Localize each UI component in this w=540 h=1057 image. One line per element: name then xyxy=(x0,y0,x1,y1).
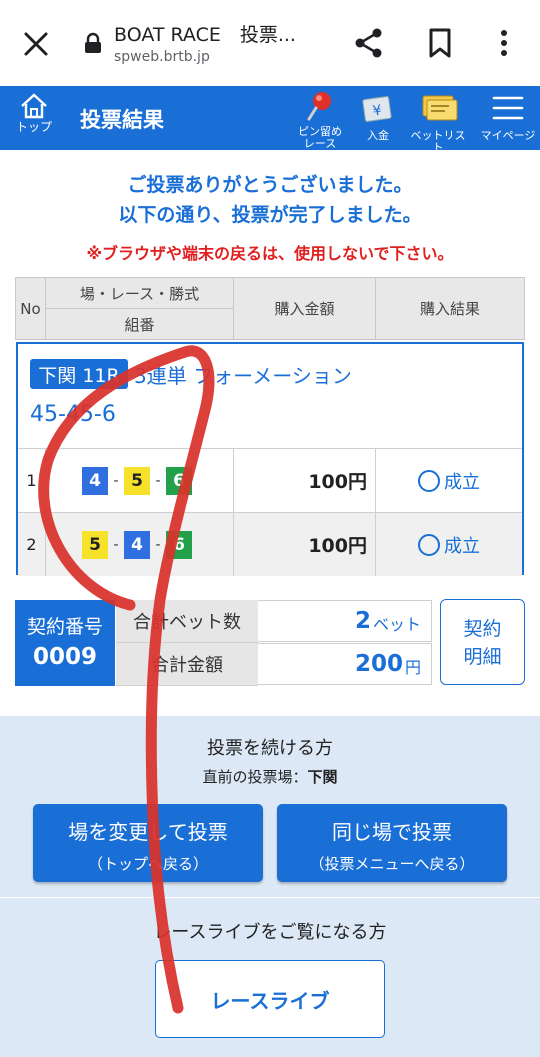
table-row: 2 5 - 4 - 6 100円 成立 xyxy=(18,512,522,576)
contract-number: 0009 xyxy=(32,644,97,670)
warning-message: ※ブラウザや端末の戻るは、使用しないで下さい。 xyxy=(86,244,454,263)
race-live-panel: レースライブをご覧になる方 レースライブ xyxy=(0,898,540,1057)
separator: - xyxy=(113,472,119,489)
nav-betlist-label: ベットリスト xyxy=(410,129,466,154)
change-venue-sub: （トップへ戻る） xyxy=(87,855,208,873)
header-no: No xyxy=(16,278,46,339)
lock-icon xyxy=(85,32,101,53)
bet-combination: 45-45-6 xyxy=(30,402,116,427)
nav-deposit-button[interactable]: ¥ 入金 xyxy=(356,90,400,148)
row-result-label: 成立 xyxy=(444,471,480,493)
browser-url[interactable]: spweb.brtb.jp xyxy=(114,49,210,65)
same-venue-button[interactable]: 同じ場で投票 （投票メニューへ戻る） xyxy=(277,804,507,882)
row-result-label: 成立 xyxy=(444,535,480,557)
success-circle-icon xyxy=(418,469,440,492)
nav-top-button[interactable]: トップ xyxy=(8,90,60,146)
boat-number: 5 xyxy=(82,530,108,559)
row-result: 成立 xyxy=(376,513,522,576)
row-amount: 100円 xyxy=(234,513,376,576)
nav-mypage-label: マイページ xyxy=(480,129,536,142)
hamburger-menu-icon xyxy=(492,96,524,120)
close-icon[interactable] xyxy=(18,26,54,62)
race-live-button[interactable]: レースライブ xyxy=(155,960,385,1038)
header-result: 購入結果 xyxy=(419,300,480,318)
boat-number: 4 xyxy=(82,466,108,495)
bet-count: 2 xyxy=(354,608,371,634)
total-unit: 円 xyxy=(404,658,421,677)
venue-race-badge: 下関 11R xyxy=(30,359,128,389)
complete-message: 以下の通り、投票が完了しました。 xyxy=(118,204,422,226)
deposit-icon: ¥ xyxy=(362,96,392,122)
separator: - xyxy=(113,536,119,553)
nav-deposit-label: 入金 xyxy=(367,129,389,142)
contract-label: 契約番号 xyxy=(26,616,103,638)
boat-number: 5 xyxy=(124,466,150,495)
boat-number: 4 xyxy=(124,530,150,559)
total-label: 合計金額 xyxy=(116,643,258,686)
race-live-title: レースライブをご覧になる方 xyxy=(153,922,387,943)
page-title: 投票結果 xyxy=(80,108,164,132)
last-venue: 直前の投票場：下関 xyxy=(0,766,540,787)
last-venue-value: 下関 xyxy=(307,768,338,786)
nav-betlist-button[interactable]: ベットリスト xyxy=(406,90,470,154)
row-number: 1 xyxy=(18,449,46,512)
row-result: 成立 xyxy=(376,449,522,512)
nav-top-label: トップ xyxy=(15,120,52,134)
nav-mypage-button[interactable]: マイページ xyxy=(476,90,540,148)
browser-tab-title: BOAT RACE 投票... xyxy=(114,24,296,46)
summary-table: 合計ベット数 2 ベット 合計金額 200 円 xyxy=(116,600,432,686)
table-row: 1 4 - 5 - 6 100円 成立 xyxy=(18,448,522,512)
same-venue-sub: （投票メニューへ戻る） xyxy=(309,855,475,873)
change-venue-label: 場を変更して投票 xyxy=(68,820,228,844)
change-venue-button[interactable]: 場を変更して投票 （トップへ戻る） xyxy=(33,804,263,882)
detail-label-2: 明細 xyxy=(463,646,502,668)
separator: - xyxy=(155,472,161,489)
same-venue-label: 同じ場で投票 xyxy=(332,820,452,844)
home-icon xyxy=(21,93,47,119)
continue-title: 投票を続ける方 xyxy=(207,738,333,759)
bet-type: 3連単 フォーメーション xyxy=(134,364,352,388)
boat-number: 6 xyxy=(166,530,192,559)
bookmark-icon[interactable] xyxy=(424,26,456,60)
nav-pin-label-2: レース xyxy=(303,137,337,150)
ticket-list-icon xyxy=(422,95,458,121)
bet-count-unit: ベット xyxy=(372,615,421,634)
last-venue-label: 直前の投票場： xyxy=(202,768,308,786)
success-circle-icon xyxy=(418,533,440,556)
summary-row-bet-count: 合計ベット数 2 ベット xyxy=(116,600,432,643)
continue-voting-panel: 投票を続ける方 直前の投票場：下関 場を変更して投票 （トップへ戻る） 同じ場で… xyxy=(0,716,540,897)
header-combo: 組番 xyxy=(124,315,155,334)
bet-detail-box: 下関 11R 3連単 フォーメーション 45-45-6 1 4 - 5 - 6 … xyxy=(16,342,524,576)
pin-icon xyxy=(307,92,331,121)
row-number: 2 xyxy=(18,513,46,576)
row-combination: 5 - 4 - 6 xyxy=(46,513,234,576)
header-race: 場・レース・勝式 xyxy=(46,278,233,309)
row-combination: 4 - 5 - 6 xyxy=(46,449,234,512)
thanks-message: ご投票ありがとうございました。 xyxy=(127,174,413,196)
share-icon[interactable] xyxy=(352,26,386,60)
total-amount: 200 xyxy=(354,651,403,677)
result-table-header: No 場・レース・勝式 組番 購入金額 購入結果 xyxy=(15,277,525,340)
bet-count-label: 合計ベット数 xyxy=(116,600,258,643)
row-amount: 100円 xyxy=(234,449,376,512)
browser-toolbar: BOAT RACE 投票... spweb.brtb.jp xyxy=(0,0,540,87)
separator: - xyxy=(155,536,161,553)
site-header: トップ 投票結果 ピン留め レース ¥ 入金 ベットリスト マイページ xyxy=(0,86,540,154)
header-race-combo: 場・レース・勝式 組番 xyxy=(46,278,234,339)
boat-number: 6 xyxy=(166,466,192,495)
contract-number-box: 契約番号 0009 xyxy=(15,600,115,686)
nav-pin-race-button[interactable]: ピン留め レース xyxy=(288,90,352,150)
more-vert-icon[interactable] xyxy=(492,26,516,60)
summary-row-total: 合計金額 200 円 xyxy=(116,643,432,686)
detail-label-1: 契約 xyxy=(463,618,502,640)
header-amount: 購入金額 xyxy=(234,278,376,339)
bet-count-value: 2 ベット xyxy=(258,600,432,642)
contract-detail-button[interactable]: 契約 明細 xyxy=(440,599,525,685)
total-value: 200 円 xyxy=(258,643,432,685)
